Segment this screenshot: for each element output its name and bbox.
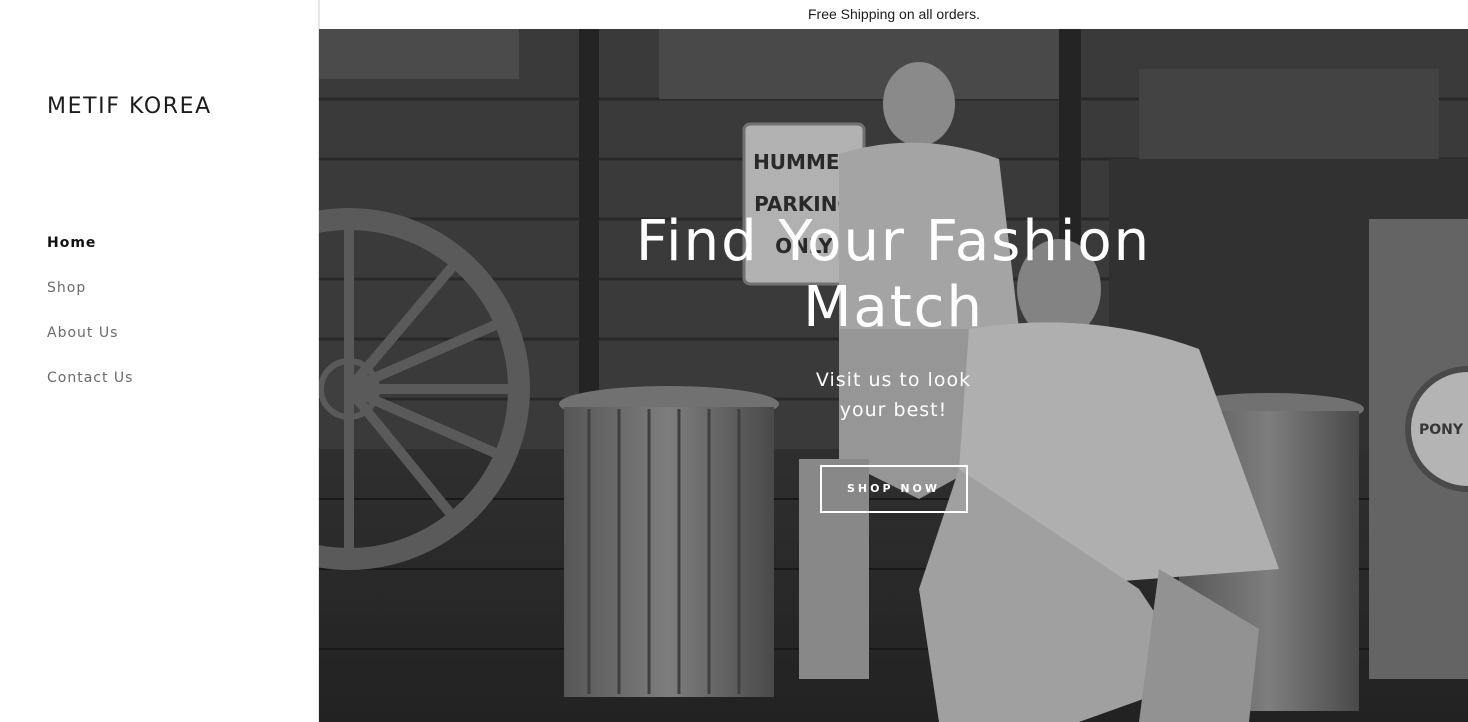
sidebar: METIF KOREA Home Shop About Us Contact U… <box>0 0 319 722</box>
nav-item-home[interactable]: Home <box>47 235 133 280</box>
hero-banner: HUMMER PARKING ONLY PONY Find Your Fashi… <box>319 29 1468 722</box>
page: METIF KOREA Home Shop About Us Contact U… <box>0 0 1468 722</box>
nav-link-home[interactable]: Home <box>47 235 96 251</box>
site-logo[interactable]: METIF KOREA <box>47 94 212 119</box>
hero-content: Find Your Fashion Match Visit us to look… <box>319 209 1468 513</box>
nav-item-contact-us[interactable]: Contact Us <box>47 370 133 415</box>
main-nav: Home Shop About Us Contact Us <box>47 235 133 415</box>
nav-item-shop[interactable]: Shop <box>47 280 133 325</box>
shop-now-button[interactable]: SHOP NOW <box>819 465 968 513</box>
nav-link-contact-us[interactable]: Contact Us <box>47 370 133 386</box>
nav-item-about-us[interactable]: About Us <box>47 325 133 370</box>
hero-title: Find Your Fashion Match <box>635 209 1152 340</box>
nav-link-about-us[interactable]: About Us <box>47 325 118 341</box>
nav-link-shop[interactable]: Shop <box>47 280 86 296</box>
hero-subtitle: Visit us to look your best! <box>815 369 972 421</box>
announcement-bar: Free Shipping on all orders. <box>319 0 1468 29</box>
